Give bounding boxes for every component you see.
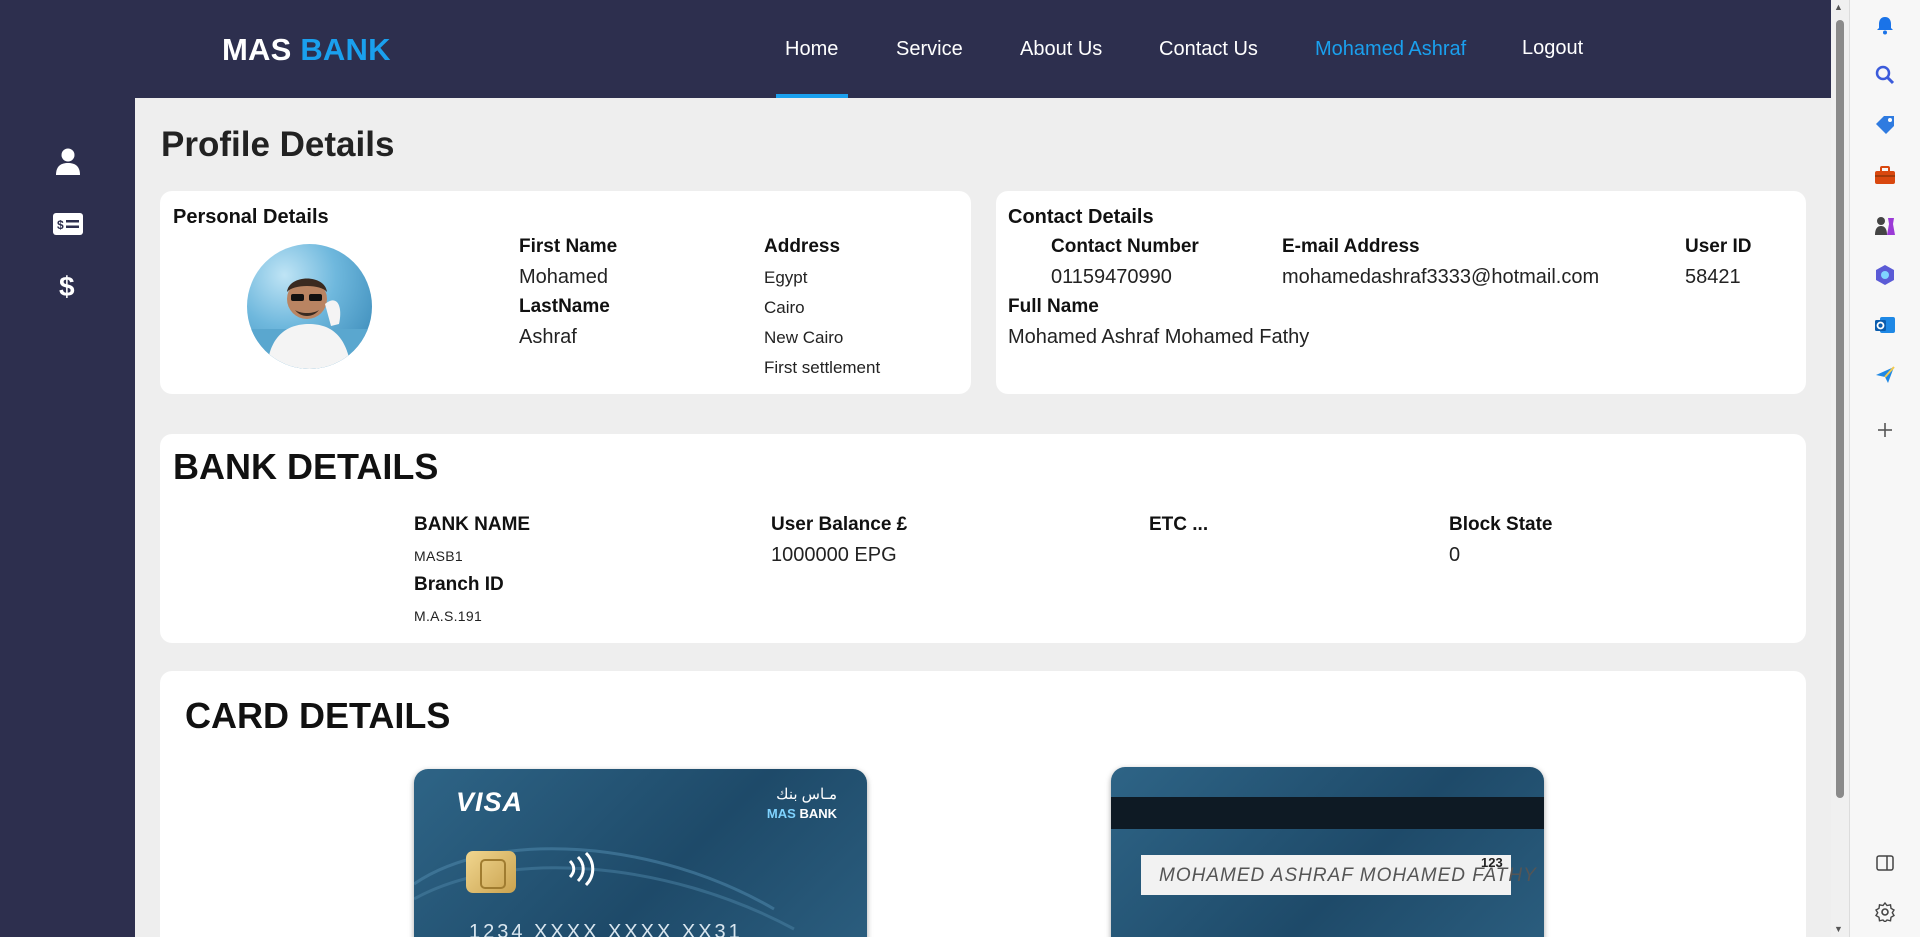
toolbox-icon[interactable] [1873, 163, 1897, 187]
etc-label: ETC ... [1149, 514, 1209, 535]
outlook-icon[interactable] [1873, 313, 1897, 337]
bank-details-title: BANK DETAILS [173, 446, 439, 487]
user-balance-label: User Balance £ [771, 514, 908, 535]
branch-id-value: M.A.S.191 [414, 608, 483, 624]
scroll-up-arrow-icon[interactable]: ▲ [1834, 2, 1843, 12]
visa-logo: VISA [456, 787, 524, 817]
block-state-label: Block State [1449, 514, 1553, 535]
card-chip-icon [466, 851, 516, 893]
search-icon[interactable] [1873, 63, 1897, 87]
last-name-label: LastName [519, 296, 610, 317]
svg-text:$: $ [59, 271, 75, 301]
send-icon[interactable] [1873, 363, 1897, 387]
address-line-1: Egypt [764, 268, 808, 287]
nav-logout[interactable]: Logout [1522, 37, 1583, 60]
full-name-value: Mohamed Ashraf Mohamed Fathy [1008, 326, 1310, 348]
magnetic-stripe [1111, 797, 1544, 829]
svg-text:$: $ [57, 218, 64, 232]
user-balance-value: 1000000 EPG [771, 544, 897, 566]
bank-name-label: BANK NAME [414, 514, 531, 535]
id-card-icon[interactable]: $ [52, 208, 84, 240]
brand-logo[interactable]: MAS BANK [222, 32, 391, 68]
nav-user-profile[interactable]: Mohamed Ashraf [1315, 38, 1466, 61]
contact-details-card: Contact Details Contact Number 011594709… [996, 191, 1806, 394]
tag-icon[interactable] [1873, 113, 1897, 137]
full-name-label: Full Name [1008, 296, 1099, 317]
main-content: Profile Details Personal Details First N… [135, 98, 1831, 937]
nav-about[interactable]: About Us [1020, 38, 1102, 61]
browser-side-panel [1849, 0, 1920, 937]
address-line-4: First settlement [764, 358, 881, 377]
copilot-icon[interactable] [1873, 263, 1897, 287]
nav-home[interactable]: Home [785, 38, 838, 61]
last-name-value: Ashraf [519, 326, 577, 348]
user-id-label: User ID [1685, 236, 1752, 257]
credit-card-front: VISA مـاس بنك MAS BANK 1234 XXXX XXXX XX… [414, 769, 867, 937]
card-number: 1234 XXXX XXXX XX31 [469, 921, 743, 937]
address-line-2: Cairo [764, 298, 805, 317]
address-label: Address [764, 236, 841, 257]
email-label: E-mail Address [1282, 236, 1420, 257]
bank-logo-arabic: مـاس بنك [776, 786, 837, 803]
bank-logo-english: MAS BANK [767, 806, 837, 821]
first-name-value: Mohamed [519, 266, 608, 288]
contactless-icon [562, 849, 602, 898]
top-navbar: MAS BANK Home Service About Us Contact U… [0, 0, 1831, 98]
contact-number-value: 01159470990 [1051, 266, 1172, 288]
scroll-down-arrow-icon[interactable]: ▼ [1834, 924, 1843, 934]
branch-id-label: Branch ID [414, 574, 504, 595]
dollar-icon[interactable]: $ [52, 270, 84, 302]
avatar [247, 244, 372, 369]
personal-details-title: Personal Details [173, 206, 329, 228]
card-details-card: CARD DETAILS VISA مـاس بنك MAS BANK 1234… [160, 671, 1806, 937]
games-icon[interactable] [1873, 213, 1897, 237]
sidebar-toggle-icon[interactable] [1873, 851, 1897, 875]
contact-number-label: Contact Number [1051, 236, 1199, 257]
nav-contact[interactable]: Contact Us [1159, 38, 1258, 61]
scrollbar-thumb[interactable] [1836, 20, 1844, 798]
brand-accent: BANK [300, 32, 391, 67]
page-title: Profile Details [161, 125, 395, 164]
settings-gear-icon[interactable] [1873, 900, 1897, 924]
bell-icon[interactable] [1873, 13, 1897, 37]
credit-card-back: MOHAMED ASHRAF MOHAMED FATHY 123 [1111, 767, 1544, 937]
bank-details-card: BANK DETAILS BANK NAME MASB1 Branch ID M… [160, 434, 1806, 643]
block-state-value: 0 [1449, 544, 1461, 566]
card-cvv: 123 [1481, 855, 1503, 870]
user-icon[interactable] [52, 146, 84, 178]
brand-prefix: MAS [222, 32, 292, 67]
contact-details-title: Contact Details [1008, 206, 1154, 228]
email-value: mohamedashraf3333@hotmail.com [1282, 266, 1600, 288]
personal-details-card: Personal Details First Name Mohamed Last… [160, 191, 971, 394]
nav-service[interactable]: Service [896, 38, 963, 61]
first-name-label: First Name [519, 236, 618, 257]
address-line-3: New Cairo [764, 328, 844, 347]
bank-logo-accent: BANK [799, 806, 837, 821]
card-details-title: CARD DETAILS [185, 695, 451, 736]
user-id-value: 58421 [1685, 266, 1741, 288]
add-icon[interactable] [1873, 418, 1897, 442]
bank-name-value: MASB1 [414, 548, 463, 564]
bank-logo-prefix: MAS [766, 806, 796, 821]
left-sidebar: $ $ [0, 0, 135, 937]
